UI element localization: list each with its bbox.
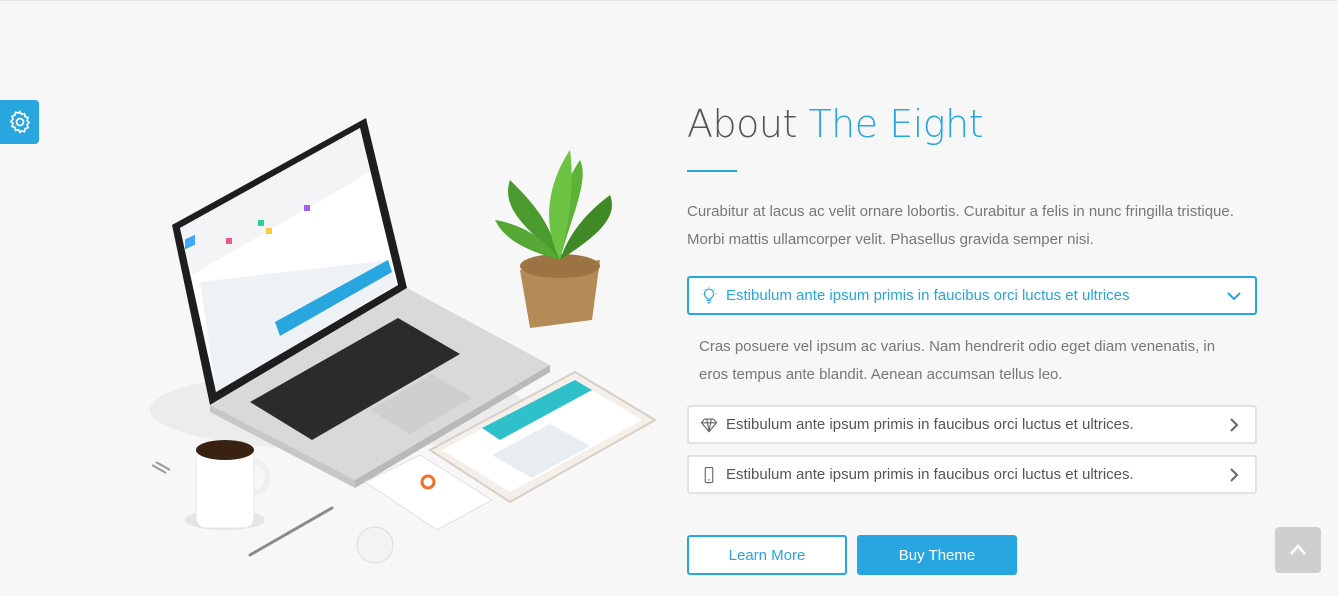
top-divider (0, 0, 1338, 1)
chevron-right-icon (1225, 466, 1243, 484)
paperclip-image (151, 461, 171, 474)
title-accent: The Eight (808, 102, 984, 146)
workspace-illustration (150, 118, 657, 564)
chevron-right-icon (1225, 416, 1243, 434)
accordion-label: Estibulum ante ipsum primis in faucibus … (726, 466, 1134, 483)
accordion-label: Estibulum ante ipsum primis in faucibus … (726, 416, 1134, 433)
chevron-down-icon (1225, 287, 1243, 305)
action-buttons: Learn More Buy Theme (687, 535, 1017, 575)
scroll-to-top-button[interactable] (1275, 527, 1321, 573)
title-prefix: About (687, 102, 797, 146)
accordion-item-2[interactable]: Estibulum ante ipsum primis in faucibus … (687, 405, 1257, 444)
section-title: About The Eight (687, 100, 1257, 148)
plant-image (495, 150, 612, 328)
paper-ball-image (356, 526, 394, 564)
gear-icon (9, 110, 30, 134)
about-section: About The Eight Curabitur at lacus ac ve… (687, 100, 1257, 505)
chevron-up-icon (1290, 544, 1306, 555)
learn-more-button[interactable]: Learn More (687, 535, 847, 575)
accordion-item-1[interactable]: Estibulum ante ipsum primis in faucibus … (687, 276, 1257, 315)
title-underline (687, 170, 737, 172)
settings-toggle-button[interactable] (0, 100, 39, 144)
buy-theme-button[interactable]: Buy Theme (857, 535, 1017, 575)
accordion-label: Estibulum ante ipsum primis in faucibus … (726, 287, 1130, 304)
mobile-icon (699, 465, 719, 485)
intro-text: Curabitur at lacus ac velit ornare lobor… (687, 203, 1234, 248)
diamond-icon (699, 415, 719, 435)
lightbulb-icon (699, 286, 719, 306)
accordion: Estibulum ante ipsum primis in faucibus … (687, 276, 1257, 494)
accordion-body: Cras posuere vel ipsum ac varius. Nam he… (699, 338, 1216, 383)
accordion-item-3[interactable]: Estibulum ante ipsum primis in faucibus … (687, 455, 1257, 494)
pen-image (248, 506, 334, 557)
